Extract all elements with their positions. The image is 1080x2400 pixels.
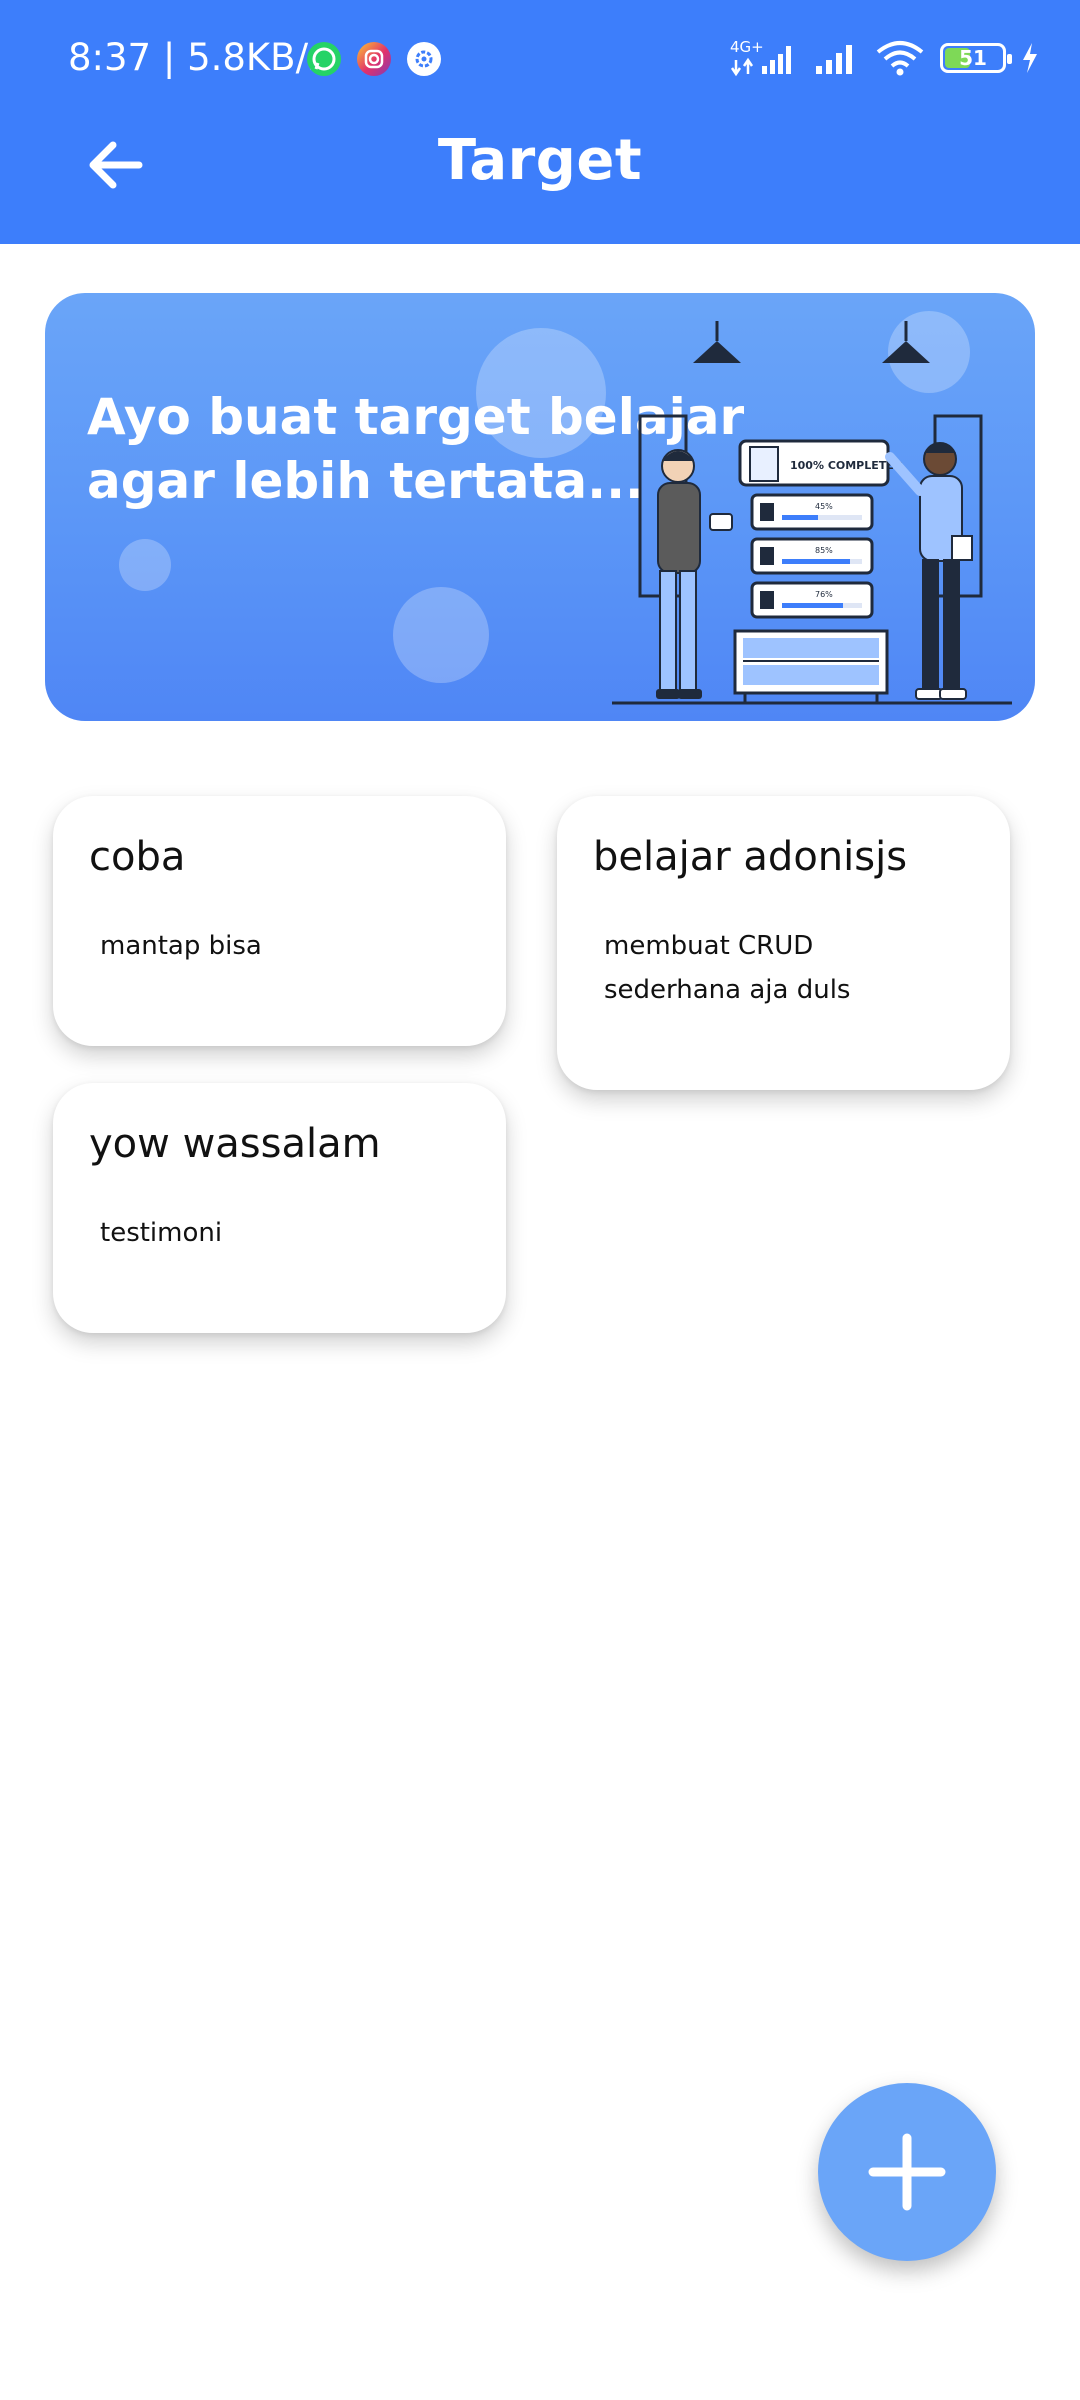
status-right-group: 4G+ 51 — [728, 38, 1040, 78]
target-card[interactable]: coba mantap bisa — [53, 796, 506, 1046]
progress-label: 85% — [815, 546, 833, 555]
progress-label: 76% — [815, 590, 833, 599]
target-title: coba — [89, 834, 186, 880]
target-card[interactable]: belajar adonisjs membuat CRUD sederhana … — [557, 796, 1010, 1090]
completed-label: 100% COMPLETED — [790, 459, 903, 472]
status-bar: 8:37 | 5.8KB/s 4G+ 51 — [0, 0, 1080, 118]
decorative-bubble — [119, 539, 171, 591]
instagram-icon — [357, 42, 391, 76]
progress-fill — [782, 603, 843, 608]
signal-icon — [816, 45, 852, 74]
plus-icon — [868, 2133, 946, 2211]
target-description: testimoni — [100, 1218, 223, 1248]
network-type-label: 4G+ — [730, 38, 764, 56]
add-target-button[interactable] — [818, 2083, 996, 2261]
charging-icon — [1023, 43, 1037, 73]
status-time: 8:37 | 5.8KB/s — [68, 36, 328, 79]
battery-level: 51 — [959, 46, 987, 70]
target-card[interactable]: yow wassalam testimoni — [53, 1083, 506, 1333]
whatsapp-icon — [307, 42, 341, 76]
page-title: Target — [437, 128, 643, 193]
decorative-bubble — [393, 587, 489, 683]
app-bar: 8:37 | 5.8KB/s 4G+ 51 Target — [0, 0, 1080, 244]
wifi-icon — [876, 41, 924, 76]
people-checking-progress-illustration: 100% COMPLETED 45% 85% 76% — [612, 321, 1012, 705]
settings-icon — [407, 42, 441, 76]
target-description: mantap bisa — [100, 931, 262, 961]
target-title: belajar adonisjs — [593, 834, 908, 880]
motivation-banner: Ayo buat target belajar agar lebih terta… — [45, 293, 1035, 721]
battery-icon: 51 — [940, 43, 1012, 73]
progress-fill — [782, 559, 850, 564]
progress-fill — [782, 515, 818, 520]
target-description: membuat CRUD sederhana aja duls — [604, 931, 851, 1005]
target-title: yow wassalam — [89, 1121, 381, 1167]
signal-4g-icon: 4G+ — [730, 38, 791, 77]
progress-label: 45% — [815, 502, 833, 511]
